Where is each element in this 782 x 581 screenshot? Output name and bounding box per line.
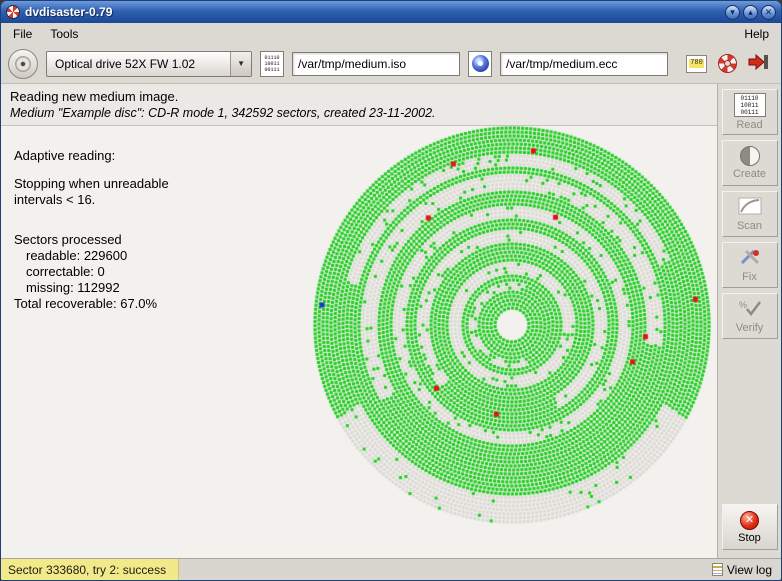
view-log-button[interactable]: View log — [712, 563, 781, 577]
ecc-path-input[interactable] — [500, 52, 668, 76]
create-button-label: Create — [733, 168, 766, 180]
status-area: Reading new medium image. Medium "Exampl… — [1, 84, 717, 126]
drive-select[interactable]: Optical drive 52X FW 1.02 ▼ — [46, 51, 252, 77]
ecc-file-icon[interactable] — [468, 51, 492, 77]
scan-button-label: Scan — [737, 220, 762, 232]
main-region: Reading new medium image. Medium "Exampl… — [1, 84, 781, 558]
stop-button-label: Stop — [738, 532, 761, 544]
stopping-line-2: intervals < 16. — [14, 192, 169, 208]
disc-spiral-visualization — [297, 126, 717, 556]
read-icon-row: 01110 — [740, 95, 758, 102]
window-buttons: ▾ ▴ ✕ — [725, 5, 776, 20]
maximize-button-icon[interactable]: ▴ — [743, 5, 758, 20]
stop-button[interactable]: ✕ Stop — [722, 504, 778, 550]
read-icon: 01110 10011 00111 — [734, 93, 766, 117]
sectors-processed-title: Sectors processed — [14, 232, 169, 248]
minimize-button-icon[interactable]: ▾ — [725, 5, 740, 20]
toolbar-right-icons: 780 — [686, 54, 774, 73]
stopping-line-1: Stopping when unreadable — [14, 176, 169, 192]
read-icon-row: 00111 — [740, 109, 758, 116]
fix-button-label: Fix — [742, 271, 757, 283]
fix-icon — [738, 248, 762, 269]
create-icon — [740, 146, 760, 166]
quit-icon[interactable] — [748, 54, 769, 73]
app-window: dvdisaster-0.79 ▾ ▴ ✕ File Tools Help Op… — [0, 0, 782, 581]
read-icon-row: 10011 — [740, 102, 758, 109]
content-area: Adaptive reading: Stopping when unreadab… — [1, 126, 717, 558]
status-heading: Reading new medium image. — [10, 88, 708, 105]
iso-icon-row: 00111 — [264, 67, 279, 73]
iso-image-icon[interactable]: 01110 10011 00111 — [260, 51, 284, 77]
menu-file[interactable]: File — [4, 25, 41, 43]
fix-button[interactable]: Fix — [722, 242, 778, 288]
drive-select-value: Optical drive 52X FW 1.02 — [55, 57, 195, 71]
svg-text:%: % — [739, 300, 747, 310]
left-column: Reading new medium image. Medium "Exampl… — [1, 84, 717, 558]
adaptive-reading-title: Adaptive reading: — [14, 148, 169, 164]
menu-tools[interactable]: Tools — [41, 25, 87, 43]
titlebar[interactable]: dvdisaster-0.79 ▾ ▴ ✕ — [1, 1, 781, 23]
drive-button[interactable] — [8, 49, 38, 79]
scan-icon — [738, 197, 762, 218]
medium-info-line: Medium "Example disc": CD-R mode 1, 3425… — [10, 105, 708, 121]
sectors-correctable: correctable: 0 — [14, 264, 169, 280]
toolbar: Optical drive 52X FW 1.02 ▼ 01110 10011 … — [1, 44, 781, 84]
read-button[interactable]: 01110 10011 00111 Read — [722, 89, 778, 135]
ecc-disc-icon — [472, 55, 489, 72]
app-icon — [6, 5, 20, 19]
verify-icon: % — [738, 299, 762, 320]
menu-help[interactable]: Help — [735, 25, 778, 43]
close-button-icon[interactable]: ✕ — [761, 5, 776, 20]
read-button-label: Read — [736, 119, 762, 131]
statusbar: Sector 333680, try 2: success View log — [1, 558, 781, 580]
verify-button-label: Verify — [736, 322, 764, 334]
preferences-icon[interactable]: 780 — [686, 55, 707, 73]
sectors-missing: missing: 112992 — [14, 280, 169, 296]
verify-button[interactable]: % Verify — [722, 293, 778, 339]
scan-button[interactable]: Scan — [722, 191, 778, 237]
preferences-icon-digits: 780 — [689, 59, 704, 68]
window-title: dvdisaster-0.79 — [25, 5, 720, 19]
iso-path-input[interactable] — [292, 52, 460, 76]
view-log-label: View log — [727, 563, 772, 577]
stop-icon: ✕ — [740, 511, 759, 530]
menubar: File Tools Help — [1, 23, 781, 44]
reading-info-panel: Adaptive reading: Stopping when unreadab… — [14, 148, 169, 312]
create-button[interactable]: Create — [722, 140, 778, 186]
sectors-readable: readable: 229600 — [14, 248, 169, 264]
total-recoverable: Total recoverable: 67.0% — [14, 296, 169, 312]
help-icon-hole — [724, 60, 731, 67]
drive-icon — [15, 56, 31, 72]
sidebar: 01110 10011 00111 Read Create Scan — [717, 84, 781, 558]
status-message: Sector 333680, try 2: success — [1, 559, 179, 580]
log-icon — [712, 563, 723, 576]
help-icon[interactable] — [718, 54, 737, 73]
chevron-down-icon: ▼ — [230, 52, 251, 76]
